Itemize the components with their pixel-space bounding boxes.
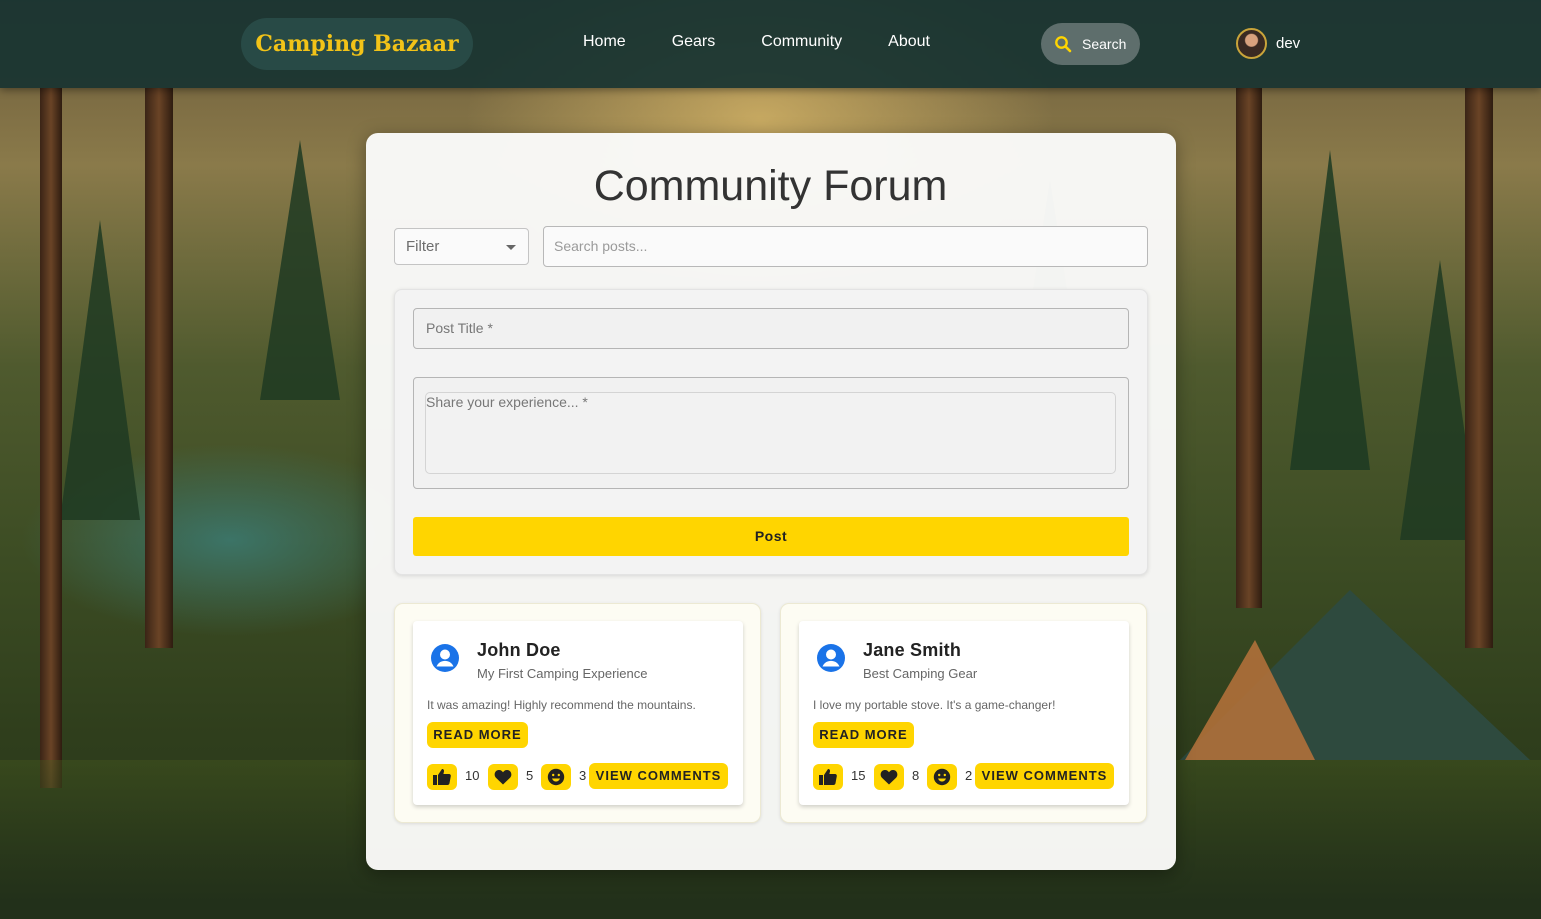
like-count: 10: [465, 768, 480, 783]
user-name: dev: [1276, 35, 1301, 52]
user-menu[interactable]: dev: [1236, 28, 1300, 59]
like-button[interactable]: [427, 764, 457, 790]
search-posts-input[interactable]: Search posts...: [543, 226, 1148, 267]
thumbs-up-icon: [819, 769, 837, 785]
nav-link-community[interactable]: Community: [761, 33, 842, 51]
avatar: [1236, 28, 1267, 59]
post-title-input[interactable]: Post Title *: [413, 308, 1129, 349]
smile-button[interactable]: [927, 764, 957, 790]
heart-count: 8: [912, 768, 920, 783]
heart-count: 5: [526, 768, 534, 783]
post-title: Best Camping Gear: [863, 666, 978, 681]
filter-select[interactable]: Filter: [394, 228, 529, 265]
page-title: Community Forum: [593, 162, 948, 210]
search-icon: [1054, 35, 1072, 53]
nav-link-home[interactable]: Home: [583, 33, 626, 51]
like-button[interactable]: [813, 764, 843, 790]
heart-button[interactable]: [488, 764, 518, 790]
smile-icon: [933, 768, 951, 786]
navbar: Camping Bazaar Home Gears Community Abou…: [0, 0, 1541, 88]
header-search-button[interactable]: Search: [1041, 23, 1140, 65]
nav-links: Home Gears Community About: [583, 33, 976, 51]
filter-label: Filter: [406, 238, 440, 255]
smile-count: 2: [965, 768, 973, 783]
chevron-down-icon: [506, 245, 516, 250]
post-title: My First Camping Experience: [477, 666, 648, 681]
heart-icon: [494, 769, 512, 785]
heart-button[interactable]: [874, 764, 904, 790]
header-search-label: Search: [1082, 36, 1127, 52]
nav-link-about[interactable]: About: [888, 33, 930, 51]
smile-button[interactable]: [541, 764, 571, 790]
post-button[interactable]: Post: [413, 517, 1129, 556]
account-circle-icon: [430, 643, 460, 673]
heart-icon: [880, 769, 898, 785]
post-author: John Doe: [477, 640, 561, 660]
brand-logo[interactable]: Camping Bazaar: [241, 18, 473, 70]
experience-textarea[interactable]: Share your experience... *: [425, 392, 1116, 474]
smile-icon: [547, 768, 565, 786]
read-more-button[interactable]: READ MORE: [427, 722, 528, 748]
view-comments-button[interactable]: VIEW COMMENTS: [975, 763, 1114, 789]
post-excerpt: I love my portable stove. It's a game-ch…: [813, 698, 1056, 712]
view-comments-button[interactable]: VIEW COMMENTS: [589, 763, 728, 789]
smile-count: 3: [579, 768, 587, 783]
nav-link-gears[interactable]: Gears: [672, 33, 716, 51]
account-circle-icon: [816, 643, 846, 673]
post-excerpt: It was amazing! Highly recommend the mou…: [427, 698, 696, 712]
post-author: Jane Smith: [863, 640, 962, 660]
read-more-button[interactable]: READ MORE: [813, 722, 914, 748]
thumbs-up-icon: [433, 769, 451, 785]
like-count: 15: [851, 768, 866, 783]
